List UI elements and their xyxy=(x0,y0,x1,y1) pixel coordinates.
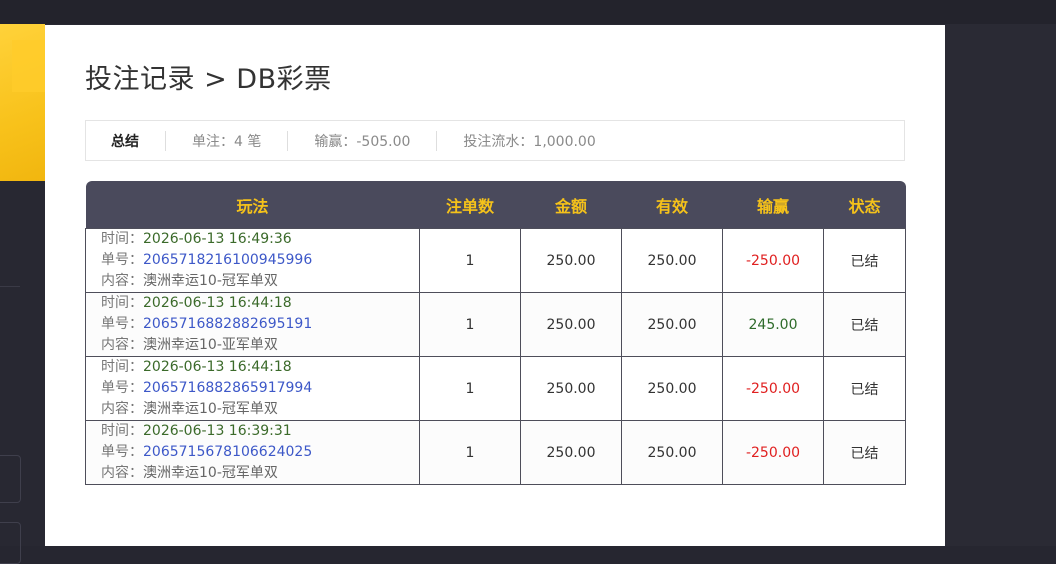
content-label: 内容： xyxy=(101,273,143,289)
records-table: 玩法 注单数 金额 有效 输赢 状态 时间：2026-06-13 16:49:3… xyxy=(85,181,906,485)
time-label: 时间： xyxy=(101,423,143,439)
bet-amount-cell: 250.00 xyxy=(520,292,622,357)
table-row[interactable]: 时间：2026-06-13 16:44:18 单号：20657168828826… xyxy=(85,292,906,357)
bet-time: 2026-06-13 16:49:36 xyxy=(143,231,292,247)
bet-content: 澳洲幸运10-冠军单双 xyxy=(143,273,278,289)
header-amount: 金额 xyxy=(520,181,622,229)
header-winloss: 输赢 xyxy=(722,181,824,229)
sidebar-divider xyxy=(0,286,20,287)
bet-status-cell: 已结 xyxy=(823,356,906,421)
bet-status-cell: 已结 xyxy=(823,420,906,485)
bet-info-cell: 时间：2026-06-13 16:44:18 单号：20657168828659… xyxy=(85,356,420,421)
header-valid: 有效 xyxy=(621,181,723,229)
bet-time-line: 时间：2026-06-13 16:44:18 xyxy=(101,357,419,378)
bet-amount-cell: 250.00 xyxy=(520,420,622,485)
bet-time-line: 时间：2026-06-13 16:44:18 xyxy=(101,293,419,314)
summary-bet-count: 单注：4 笔 xyxy=(192,133,262,150)
bet-content: 澳洲幸运10-亚军单双 xyxy=(143,337,278,353)
backdrop-top-strip xyxy=(0,0,1056,24)
bet-time-line: 时间：2026-06-13 16:49:36 xyxy=(101,229,419,250)
records-table-wrapper: 玩法 注单数 金额 有效 输赢 状态 时间：2026-06-13 16:49:3… xyxy=(85,181,906,485)
summary-bar: 总结 单注：4 笔 输赢：-505.00 投注流水：1,000.00 xyxy=(85,120,905,161)
content-label: 内容： xyxy=(101,337,143,353)
bet-order-number[interactable]: 2065716882882695191 xyxy=(143,316,312,332)
time-label: 时间： xyxy=(101,231,143,247)
bet-content-line: 内容：澳洲幸运10-冠军单双 xyxy=(101,463,419,484)
bet-order-number[interactable]: 2065715678106624025 xyxy=(143,444,312,460)
bet-order-line: 单号：2065716882865917994 xyxy=(101,378,419,399)
bet-winloss-cell: -250.00 xyxy=(722,228,824,293)
header-bet-count: 注单数 xyxy=(419,181,521,229)
bet-records-modal: 投注记录 > DB彩票 总结 单注：4 笔 输赢：-505.00 投注流水：1,… xyxy=(45,25,945,546)
bet-valid-cell: 250.00 xyxy=(621,420,723,485)
order-label: 单号： xyxy=(101,444,143,460)
bet-content-line: 内容：澳洲幸运10-亚军单双 xyxy=(101,335,419,356)
bet-info-cell: 时间：2026-06-13 16:44:18 单号：20657168828826… xyxy=(85,292,420,357)
bet-order-line: 单号：2065718216100945996 xyxy=(101,250,419,271)
bet-info-cell: 时间：2026-06-13 16:49:36 单号：20657182161009… xyxy=(85,228,420,293)
backdrop-right-strip xyxy=(945,24,1056,546)
bet-content: 澳洲幸运10-冠军单双 xyxy=(143,401,278,417)
table-row[interactable]: 时间：2026-06-13 16:39:31 单号：20657156781066… xyxy=(85,420,906,485)
bet-count-cell: 1 xyxy=(419,356,521,421)
header-play: 玩法 xyxy=(85,181,420,229)
bet-winloss-cell: 245.00 xyxy=(722,292,824,357)
time-label: 时间： xyxy=(101,295,143,311)
sidebar-button[interactable] xyxy=(0,522,21,564)
bet-valid-cell: 250.00 xyxy=(621,292,723,357)
bet-order-number[interactable]: 2065716882865917994 xyxy=(143,380,312,396)
table-header-row: 玩法 注单数 金额 有效 输赢 状态 xyxy=(85,181,906,229)
yellow-banner xyxy=(0,24,45,181)
summary-turnover: 投注流水：1,000.00 xyxy=(463,133,596,150)
banner-decoration xyxy=(12,40,45,92)
bet-content: 澳洲幸运10-冠军单双 xyxy=(143,465,278,481)
order-label: 单号： xyxy=(101,380,143,396)
bet-count-cell: 1 xyxy=(419,420,521,485)
bet-count-cell: 1 xyxy=(419,228,521,293)
bet-status-cell: 已结 xyxy=(823,228,906,293)
header-status: 状态 xyxy=(823,181,906,229)
summary-label: 总结 xyxy=(111,133,139,150)
bet-order-line: 单号：2065716882882695191 xyxy=(101,314,419,335)
bet-time-line: 时间：2026-06-13 16:39:31 xyxy=(101,421,419,442)
bet-status-cell: 已结 xyxy=(823,292,906,357)
content-label: 内容： xyxy=(101,465,143,481)
bet-count-cell: 1 xyxy=(419,292,521,357)
summary-winloss: 输赢：-505.00 xyxy=(314,133,411,150)
table-row[interactable]: 时间：2026-06-13 16:49:36 单号：20657182161009… xyxy=(85,228,906,293)
table-row[interactable]: 时间：2026-06-13 16:44:18 单号：20657168828659… xyxy=(85,356,906,421)
sidebar-button[interactable] xyxy=(0,455,21,503)
bet-info-cell: 时间：2026-06-13 16:39:31 单号：20657156781066… xyxy=(85,420,420,485)
content-label: 内容： xyxy=(101,401,143,417)
bet-amount-cell: 250.00 xyxy=(520,356,622,421)
bet-content-line: 内容：澳洲幸运10-冠军单双 xyxy=(101,271,419,292)
bet-time: 2026-06-13 16:44:18 xyxy=(143,359,292,375)
bet-valid-cell: 250.00 xyxy=(621,356,723,421)
bet-valid-cell: 250.00 xyxy=(621,228,723,293)
order-label: 单号： xyxy=(101,252,143,268)
bet-order-number[interactable]: 2065718216100945996 xyxy=(143,252,312,268)
page-title: 投注记录 > DB彩票 xyxy=(85,64,332,95)
bet-amount-cell: 250.00 xyxy=(520,228,622,293)
bet-winloss-cell: -250.00 xyxy=(722,420,824,485)
bet-order-line: 单号：2065715678106624025 xyxy=(101,442,419,463)
bet-winloss-cell: -250.00 xyxy=(722,356,824,421)
time-label: 时间： xyxy=(101,359,143,375)
bet-time: 2026-06-13 16:39:31 xyxy=(143,423,292,439)
order-label: 单号： xyxy=(101,316,143,332)
bet-content-line: 内容：澳洲幸运10-冠军单双 xyxy=(101,399,419,420)
bet-time: 2026-06-13 16:44:18 xyxy=(143,295,292,311)
